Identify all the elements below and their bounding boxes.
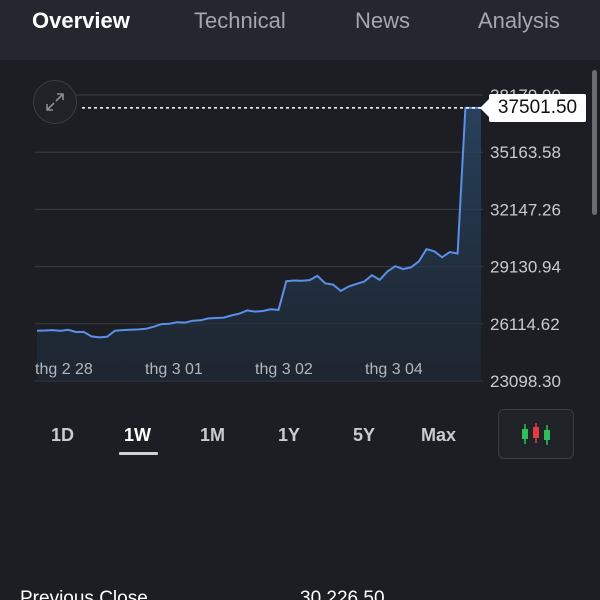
range-1w[interactable]: 1W <box>124 425 151 446</box>
last-price-label: 37501.50 <box>480 94 586 122</box>
price-area <box>37 107 481 382</box>
candlestick-icon <box>522 423 550 445</box>
tab-technical[interactable]: Technical <box>194 8 286 34</box>
previous-close-label: Previous Close <box>20 588 148 600</box>
x-tick-label: thg 2 28 <box>35 361 93 378</box>
range-5y[interactable]: 5Y <box>353 425 375 446</box>
y-tick-label: 23098.30 <box>490 372 561 391</box>
y-tick-label: 35163.58 <box>490 143 561 162</box>
range-1m[interactable]: 1M <box>200 425 225 446</box>
expand-button[interactable] <box>33 80 77 124</box>
y-tick-label: 29130.94 <box>490 258 561 277</box>
tab-overview[interactable]: Overview <box>32 8 130 34</box>
x-tick-label: thg 3 04 <box>365 361 423 378</box>
x-tick-label: thg 3 01 <box>145 361 203 378</box>
range-1d[interactable]: 1D <box>51 425 74 446</box>
active-range-indicator <box>119 452 158 455</box>
expand-icon <box>46 93 64 111</box>
tab-news[interactable]: News <box>355 8 410 34</box>
tab-analysis[interactable]: Analysis <box>478 8 560 34</box>
previous-close-value: 30,226.50 <box>300 588 385 600</box>
y-tick-label: 26114.62 <box>490 315 560 334</box>
range-max[interactable]: Max <box>421 425 456 446</box>
tab-bar: Overview Technical News Analysis <box>0 0 600 60</box>
y-tick-label: 32147.26 <box>490 200 561 219</box>
range-1y[interactable]: 1Y <box>278 425 300 446</box>
chart-type-button[interactable] <box>498 409 574 459</box>
x-tick-label: thg 3 02 <box>255 361 313 378</box>
